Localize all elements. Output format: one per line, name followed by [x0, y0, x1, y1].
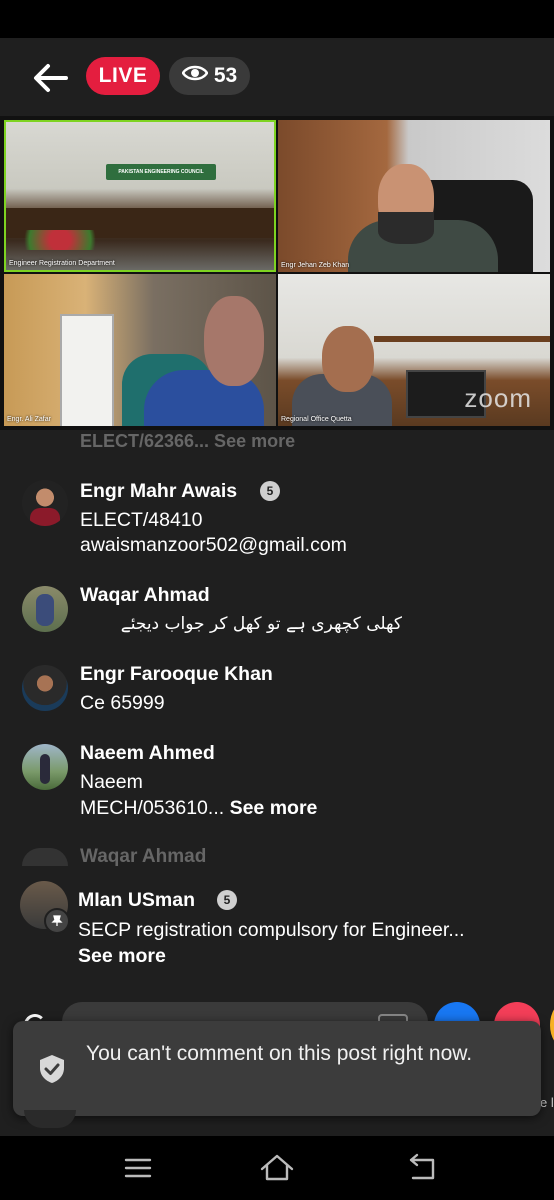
commenter-name[interactable]: Naeem Ahmed: [80, 742, 215, 765]
profile-avatar-partial: [24, 1110, 76, 1128]
avatar[interactable]: [22, 586, 68, 632]
commenter-name[interactable]: Engr Farooque Khan: [80, 663, 273, 686]
video-tile-participant: Engr. Ali Zafar: [4, 274, 276, 426]
system-navigation-bar: [0, 1136, 554, 1200]
live-video[interactable]: PAKISTAN ENGINEERING COUNCIL Engineer Re…: [0, 116, 554, 430]
back-nav-icon[interactable]: [403, 1152, 439, 1184]
council-banner: PAKISTAN ENGINEERING COUNCIL: [106, 164, 216, 180]
partial-edge-text: e l: [540, 1095, 554, 1110]
commenter-name[interactable]: Engr Mahr Awais: [80, 480, 237, 503]
avatar[interactable]: [22, 480, 68, 526]
comment-text: MECH/053610... See more: [80, 795, 317, 821]
back-arrow-icon[interactable]: [30, 58, 70, 98]
person-face: [204, 296, 264, 386]
avatar[interactable]: [22, 744, 68, 790]
shelf: [374, 336, 550, 342]
video-tile-conference-room: PAKISTAN ENGINEERING COUNCIL Engineer Re…: [4, 120, 276, 272]
tile-label: Engr Jehan Zeb Khan: [281, 262, 350, 269]
comment-text: awaismanzoor502@gmail.com: [80, 534, 347, 556]
person-face: [322, 326, 374, 392]
comment-text: کھلی کچھری ہے تو کھل کر جواب دیجئے: [120, 614, 402, 634]
viewer-count-badge: 53: [169, 57, 250, 95]
tile-label: Engr. Ali Zafar: [7, 416, 51, 423]
video-tile-regional-office: zoom Regional Office Quetta: [278, 274, 550, 426]
home-icon[interactable]: [259, 1152, 295, 1184]
faded-commenter-name: Waqar Ahmad: [80, 846, 207, 867]
viewer-count: 53: [213, 64, 238, 87]
commenter-name[interactable]: Waqar Ahmad: [80, 584, 210, 607]
top-fan-badge-icon: 5: [260, 481, 280, 501]
recent-apps-icon[interactable]: [120, 1152, 156, 1184]
toast-message: You can't comment on this post right now…: [86, 1042, 473, 1065]
flower-arrangement: [10, 230, 110, 250]
pinned-comment: MIan USman 5 SECP registration compulsor…: [0, 868, 554, 968]
see-more-link[interactable]: See more: [230, 797, 318, 819]
zoom-watermark: zoom: [464, 383, 532, 413]
comment-text: Ce 65999: [80, 692, 165, 714]
comment-text: ELECT/48410: [80, 509, 203, 531]
haha-reaction-icon[interactable]: [550, 1002, 554, 1048]
eye-icon: [181, 64, 209, 88]
pin-icon: [44, 908, 70, 934]
avatar[interactable]: [22, 665, 68, 711]
comment-text: SECP registration compulsory for Enginee…: [78, 919, 465, 941]
shield-check-icon: [37, 1053, 67, 1085]
comment-text-truncated: MECH/053610...: [80, 797, 225, 819]
see-more-link[interactable]: See more: [78, 943, 166, 969]
faded-comment-text: ELECT/62366... See more: [80, 431, 296, 451]
toast-notification: You can't comment on this post right now…: [13, 1021, 541, 1116]
live-header: LIVE 53: [0, 38, 554, 116]
commenter-name[interactable]: MIan USman: [78, 889, 195, 912]
tile-label: Engineer Registration Department: [9, 260, 115, 267]
tile-label: Regional Office Quetta: [281, 416, 352, 423]
status-bar: [0, 0, 554, 38]
faded-avatar: [22, 848, 68, 866]
person-beard: [378, 212, 434, 244]
top-fan-badge-icon: 5: [217, 890, 237, 910]
live-badge: LIVE: [86, 57, 160, 95]
whiteboard: [60, 314, 114, 426]
video-tile-speaker: Engr Jehan Zeb Khan: [278, 120, 550, 272]
comment-text: Naeem: [80, 771, 143, 793]
